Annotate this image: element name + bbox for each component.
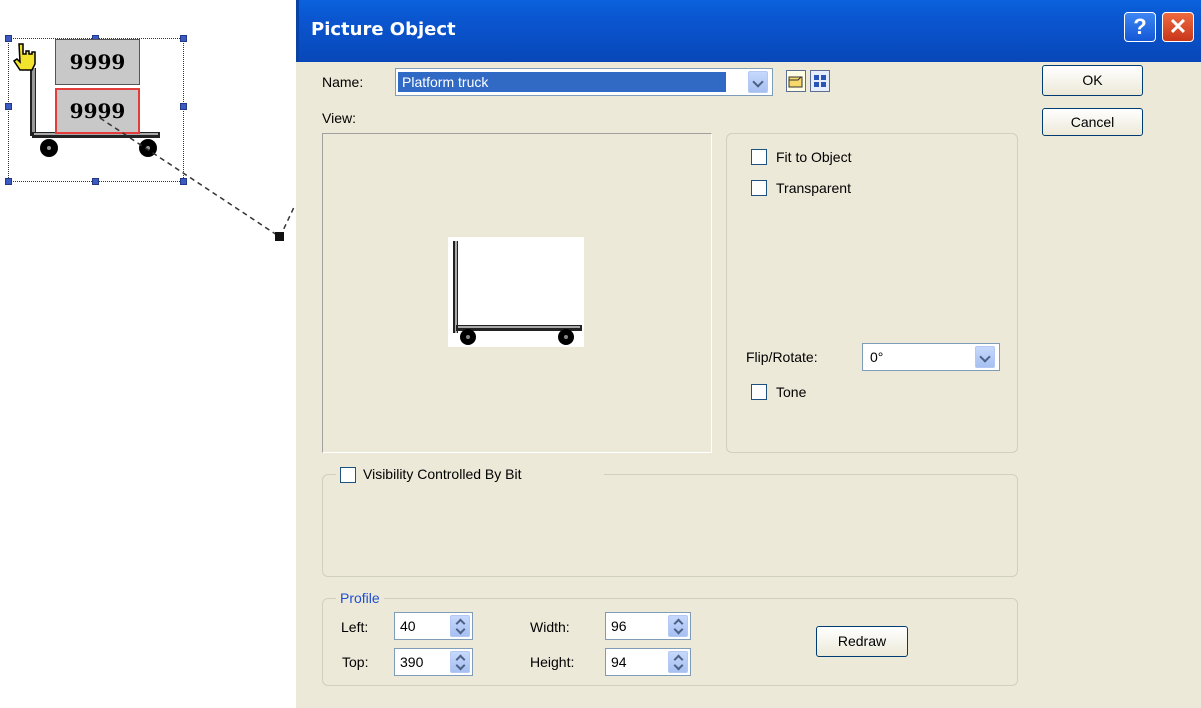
spin-arrows-icon[interactable] [450, 615, 470, 637]
close-icon[interactable]: ✕ [1162, 12, 1194, 42]
width-spinbox[interactable]: 96 [605, 612, 691, 640]
top-value: 390 [400, 654, 424, 670]
dialog-title: Picture Object [311, 19, 456, 40]
grid-view-icon[interactable] [810, 70, 830, 92]
top-label: Top: [342, 654, 369, 670]
flip-rotate-value: 0° [870, 349, 884, 365]
ok-button[interactable]: OK [1042, 65, 1143, 96]
height-value: 94 [611, 654, 627, 670]
options-group [726, 133, 1018, 453]
width-value: 96 [611, 618, 627, 634]
spin-arrows-icon[interactable] [668, 615, 688, 637]
left-spinbox[interactable]: 40 [394, 612, 473, 640]
view-label: View: [322, 110, 356, 126]
open-folder-icon[interactable] [786, 70, 806, 92]
visibility-group [322, 474, 1018, 577]
name-label: Name: [322, 74, 364, 90]
name-value: Platform truck [398, 72, 726, 92]
transparent-checkbox[interactable] [751, 180, 767, 196]
profile-title: Profile [336, 590, 384, 606]
fit-to-object-label[interactable]: Fit to Object [776, 149, 851, 165]
flip-rotate-label: Flip/Rotate: [746, 349, 818, 365]
tone-label[interactable]: Tone [776, 384, 806, 400]
dropdown-arrow-icon[interactable] [748, 71, 768, 93]
transparent-label[interactable]: Transparent [776, 180, 851, 196]
visibility-checkbox[interactable] [340, 467, 356, 483]
dropdown-arrow-icon[interactable] [975, 346, 995, 368]
spin-arrows-icon[interactable] [450, 651, 470, 673]
height-label: Height: [530, 654, 575, 670]
spin-arrows-icon[interactable] [668, 651, 688, 673]
design-canvas: 9999 9999 [0, 0, 296, 708]
link-line [99, 117, 296, 241]
help-icon[interactable]: ? [1124, 12, 1156, 42]
width-label: Width: [530, 619, 570, 635]
height-spinbox[interactable]: 94 [605, 648, 691, 676]
left-value: 40 [400, 618, 416, 634]
top-spinbox[interactable]: 390 [394, 648, 473, 676]
fit-to-object-checkbox[interactable] [751, 149, 767, 165]
platform-truck-preview-image [453, 241, 582, 345]
cancel-button[interactable]: Cancel [1042, 108, 1143, 136]
redraw-button[interactable]: Redraw [816, 626, 908, 657]
preview-image-area [448, 237, 584, 347]
tone-checkbox[interactable] [751, 384, 767, 400]
left-label: Left: [341, 619, 369, 635]
visibility-label[interactable]: Visibility Controlled By Bit [363, 466, 521, 482]
flip-rotate-combobox[interactable]: 0° [862, 343, 1000, 371]
name-combobox[interactable]: Platform truck [395, 68, 773, 96]
